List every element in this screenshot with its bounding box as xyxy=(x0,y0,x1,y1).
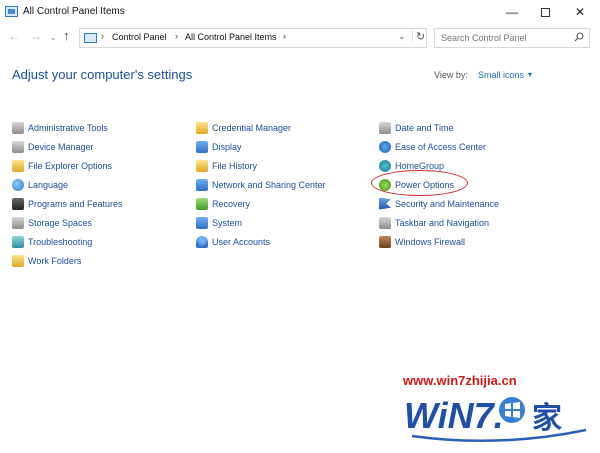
page-title: Adjust your computer's settings xyxy=(12,67,193,82)
firewall-icon xyxy=(379,235,391,248)
item-programs-and-features[interactable]: Programs and Features xyxy=(12,194,123,213)
watermark-url: www.win7zhijia.cn xyxy=(403,373,517,388)
window-title: All Control Panel Items xyxy=(23,6,125,17)
breadcrumb-all-items[interactable]: All Control Panel Items xyxy=(185,32,277,42)
recovery-icon xyxy=(196,197,208,210)
item-label[interactable]: HomeGroup xyxy=(395,161,444,171)
user-accounts-icon xyxy=(196,235,208,248)
recent-locations-button[interactable]: ⌄ xyxy=(50,33,57,42)
item-label[interactable]: File Explorer Options xyxy=(28,161,112,171)
item-label[interactable]: Administrative Tools xyxy=(28,123,108,133)
item-language[interactable]: Language xyxy=(12,175,123,194)
address-bar[interactable]: › Control Panel › All Control Panel Item… xyxy=(79,28,427,48)
breadcrumb-control-panel[interactable]: Control Panel xyxy=(112,32,167,42)
refresh-button[interactable]: ↻ xyxy=(412,30,425,43)
item-label[interactable]: Device Manager xyxy=(28,142,94,152)
item-label[interactable]: Programs and Features xyxy=(28,199,123,209)
item-label[interactable]: Date and Time xyxy=(395,123,454,133)
item-administrative-tools[interactable]: Administrative Tools xyxy=(12,118,123,137)
watermark-logo-suffix: 家 xyxy=(532,401,562,436)
work-folders-icon xyxy=(12,254,24,267)
item-label[interactable]: Windows Firewall xyxy=(395,237,465,247)
item-label[interactable]: Storage Spaces xyxy=(28,218,92,228)
programs-icon xyxy=(12,197,24,210)
watermark-logo-text: WiN7. xyxy=(404,395,504,436)
item-label[interactable]: Troubleshooting xyxy=(28,237,92,247)
display-icon xyxy=(196,140,208,153)
item-recovery[interactable]: Recovery xyxy=(196,194,326,213)
navigation-bar: ← → ⌄ ↑ › Control Panel › All Control Pa… xyxy=(0,26,600,50)
title-bar: All Control Panel Items — ✕ xyxy=(0,0,600,26)
item-label[interactable]: Security and Maintenance xyxy=(395,199,499,209)
item-label[interactable]: Ease of Access Center xyxy=(395,142,486,152)
power-options-highlight-ellipse xyxy=(371,170,468,196)
item-work-folders[interactable]: Work Folders xyxy=(12,251,123,270)
troubleshooting-icon xyxy=(12,235,24,248)
device-manager-icon xyxy=(12,140,24,153)
ease-of-access-icon xyxy=(379,140,391,153)
item-label[interactable]: Network and Sharing Center xyxy=(212,180,326,190)
items-column-1: Administrative Tools Device Manager File… xyxy=(12,118,123,270)
item-date-and-time[interactable]: Date and Time xyxy=(379,118,499,137)
item-storage-spaces[interactable]: Storage Spaces xyxy=(12,213,123,232)
maximize-button[interactable] xyxy=(530,2,560,22)
homegroup-icon xyxy=(379,159,391,172)
network-icon xyxy=(196,178,208,191)
items-column-2: Credential Manager Display File History … xyxy=(196,118,326,251)
language-icon xyxy=(12,178,24,191)
control-panel-icon xyxy=(5,6,18,17)
item-label[interactable]: Credential Manager xyxy=(212,123,291,133)
view-by-dropdown[interactable]: Small icons xyxy=(478,70,524,80)
item-windows-firewall[interactable]: Windows Firewall xyxy=(379,232,499,251)
item-taskbar-and-navigation[interactable]: Taskbar and Navigation xyxy=(379,213,499,232)
item-label[interactable]: User Accounts xyxy=(212,237,270,247)
control-panel-icon xyxy=(84,33,97,43)
item-file-explorer-options[interactable]: File Explorer Options xyxy=(12,156,123,175)
item-label[interactable]: Language xyxy=(28,180,68,190)
view-by-label: View by: xyxy=(434,70,468,80)
breadcrumb-chevron-icon[interactable]: › xyxy=(101,31,104,41)
date-time-icon xyxy=(379,121,391,134)
item-display[interactable]: Display xyxy=(196,137,326,156)
forward-button[interactable]: → xyxy=(30,29,42,43)
windows-logo-icon xyxy=(499,397,525,423)
search-input[interactable]: Search Control Panel xyxy=(434,28,590,48)
item-security-and-maintenance[interactable]: Security and Maintenance xyxy=(379,194,499,213)
system-icon xyxy=(196,216,208,229)
item-troubleshooting[interactable]: Troubleshooting xyxy=(12,232,123,251)
maximize-icon xyxy=(540,8,550,18)
item-device-manager[interactable]: Device Manager xyxy=(12,137,123,156)
item-label[interactable]: Display xyxy=(212,142,242,152)
item-credential-manager[interactable]: Credential Manager xyxy=(196,118,326,137)
file-history-icon xyxy=(196,159,208,172)
item-ease-of-access-center[interactable]: Ease of Access Center xyxy=(379,137,499,156)
admin-tools-icon xyxy=(12,121,24,134)
search-icon[interactable] xyxy=(574,32,584,42)
storage-icon xyxy=(12,216,24,229)
flag-icon xyxy=(379,197,391,210)
minimize-button[interactable]: — xyxy=(497,2,527,22)
taskbar-icon xyxy=(379,216,391,229)
back-button[interactable]: ← xyxy=(8,29,20,43)
item-file-history[interactable]: File History xyxy=(196,156,326,175)
breadcrumb-chevron-icon[interactable]: › xyxy=(175,31,178,41)
item-label[interactable]: File History xyxy=(212,161,257,171)
close-button[interactable]: ✕ xyxy=(565,2,595,22)
chevron-down-icon[interactable]: ▾ xyxy=(528,70,532,79)
item-network-and-sharing-center[interactable]: Network and Sharing Center xyxy=(196,175,326,194)
item-label[interactable]: Recovery xyxy=(212,199,250,209)
credential-icon xyxy=(196,121,208,134)
breadcrumb-chevron-icon[interactable]: › xyxy=(283,31,286,41)
watermark-logo: WiN7. 家 xyxy=(404,395,587,443)
up-button[interactable]: ↑ xyxy=(63,28,70,43)
item-user-accounts[interactable]: User Accounts xyxy=(196,232,326,251)
item-system[interactable]: System xyxy=(196,213,326,232)
address-dropdown-button[interactable]: ⌄ xyxy=(398,31,406,42)
item-label[interactable]: Work Folders xyxy=(28,256,81,266)
search-placeholder: Search Control Panel xyxy=(441,33,527,43)
item-label[interactable]: Taskbar and Navigation xyxy=(395,218,489,228)
folder-options-icon xyxy=(12,159,24,172)
item-label[interactable]: System xyxy=(212,218,242,228)
